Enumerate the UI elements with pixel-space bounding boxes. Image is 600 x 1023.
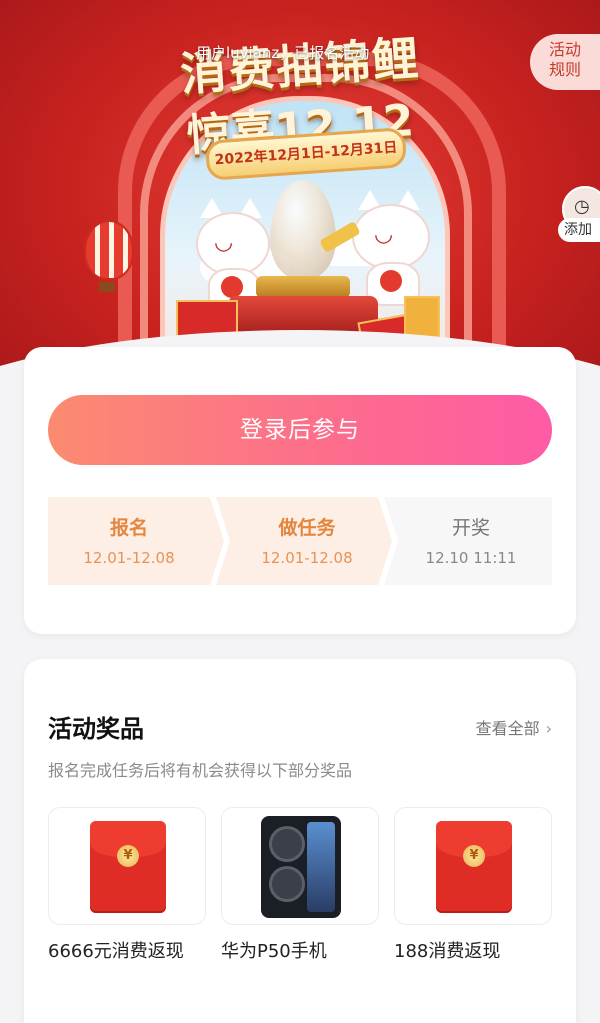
step-title: 做任务 [278,517,336,539]
prize-name: 6666元消费返现 [48,941,184,962]
rules-label-line1: 活动 [548,40,581,59]
user-status-text: 用户luvianz，已报名活动 [196,44,370,62]
step-date: 12.01-12.08 [83,549,175,567]
add-floating-button[interactable]: ◷ 添加 [558,186,600,248]
participation-card: 登录后参与 报名 12.01-12.08 做任务 12.01-12.08 开奖 … [24,347,576,634]
prize-thumbnail: ¥ [394,807,552,925]
step-signup: 报名 12.01-12.08 [48,497,224,585]
view-all-label: 查看全部 [475,719,540,738]
activity-steps: 报名 12.01-12.08 做任务 12.01-12.08 开奖 12.10 … [48,497,552,585]
rules-label-line2: 规则 [548,60,581,79]
add-label: 添加 [558,218,600,242]
balloon-basket [99,282,115,292]
step-draw: 开奖 12.10 11:11 [384,497,552,585]
view-all-link[interactable]: 查看全部 › [476,715,552,739]
hot-air-balloon-icon [84,220,134,280]
prizes-subtitle: 报名完成任务后将有机会获得以下部分奖品 [48,761,353,780]
step-date: 12.01-12.08 [261,549,353,567]
login-to-join-button[interactable]: 登录后参与 [48,395,552,465]
prize-thumbnail [221,807,379,925]
activity-rules-button[interactable]: 活动 规则 [530,34,600,90]
chevron-right-icon: › [545,719,552,738]
egg-stand [256,276,350,298]
step-date: 12.10 11:11 [425,549,517,567]
red-envelope-icon: ¥ [90,821,166,913]
prize-name: 华为P50手机 [221,941,327,962]
step-tasks: 做任务 12.01-12.08 [216,497,392,585]
prize-item[interactable]: ¥ 188消费返现 [394,807,552,963]
prize-thumbnail: ¥ [48,807,206,925]
prizes-card: 活动奖品 查看全部 › 报名完成任务后将有机会获得以下部分奖品 ¥ 6666元消费… [24,659,576,1023]
prize-item[interactable]: ¥ 6666元消费返现 [48,807,206,963]
prize-name: 188消费返现 [394,941,501,962]
red-envelope-icon: ¥ [436,821,512,913]
step-title: 报名 [109,517,148,539]
step-title: 开奖 [451,517,490,539]
prize-item[interactable]: 华为P50手机 [221,807,379,963]
phone-icon [261,816,341,918]
prizes-title: 活动奖品 [48,715,144,743]
